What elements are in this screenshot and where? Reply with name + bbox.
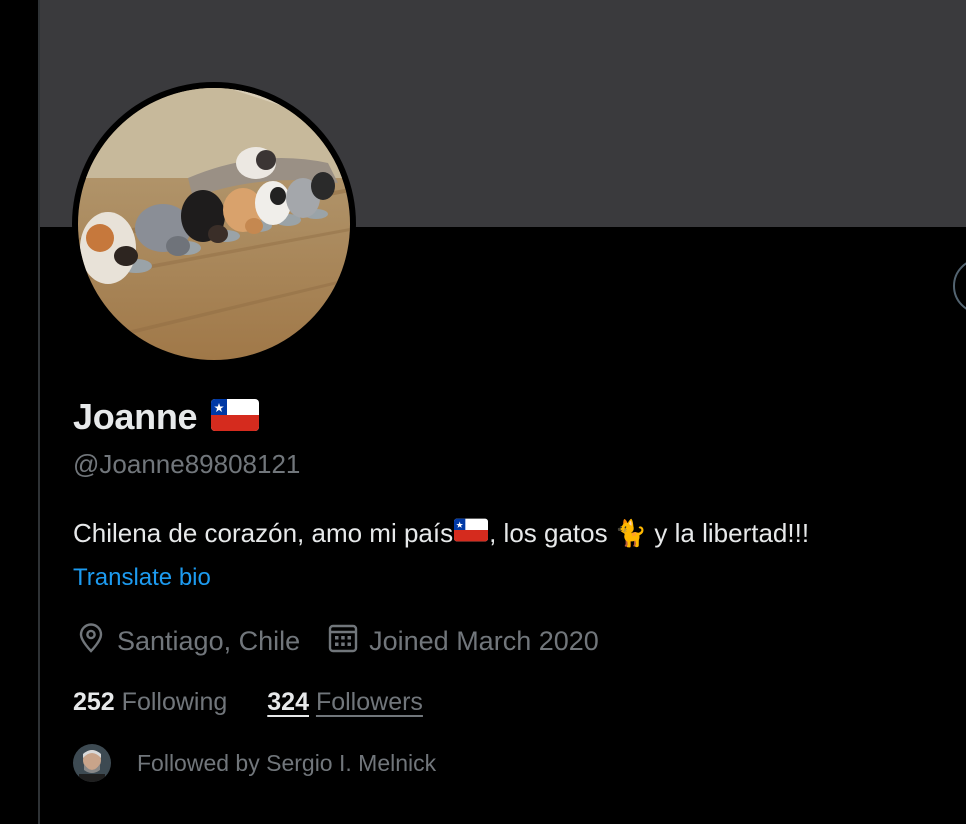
profile-name-row: Joanne: [73, 396, 260, 438]
following-label: Following: [121, 688, 228, 716]
chile-flag-icon: [454, 518, 489, 549]
avatar[interactable]: [73, 744, 111, 782]
avatar-photo-cats: [78, 88, 350, 360]
profile-meta: Santiago, Chile Joined March 2020: [75, 622, 599, 661]
translate-bio-link[interactable]: Translate bio: [73, 564, 211, 592]
followers-count: 324: [267, 688, 309, 716]
profile-name: Joanne: [73, 396, 198, 437]
profile-stats: 252 Following 324 Followers: [73, 688, 423, 717]
bio-text-1: Chilena de corazón, amo mi país: [73, 518, 454, 548]
followers-link[interactable]: 324 Followers: [267, 688, 423, 717]
chile-flag-icon: [211, 398, 260, 436]
bio-text-2: , los gatos: [489, 518, 615, 548]
left-nav-strip: [0, 0, 38, 824]
followed-by-row[interactable]: Followed by Sergio I. Melnick: [73, 744, 436, 782]
profile-bio: Chilena de corazón, amo mi país , los ga…: [73, 518, 809, 551]
following-link[interactable]: 252 Following: [73, 688, 227, 717]
cat-emoji-icon: 🐈: [614, 518, 648, 548]
location-pin-icon: [75, 622, 107, 661]
profile-avatar[interactable]: [72, 82, 356, 366]
followed-by-text: Followed by Sergio I. Melnick: [137, 749, 437, 776]
profile-location: Santiago, Chile: [117, 626, 301, 656]
following-count: 252: [73, 688, 115, 716]
bio-text-3: y la libertad!!!: [647, 518, 810, 548]
calendar-icon: [327, 622, 359, 661]
profile-joined-date: Joined March 2020: [369, 626, 599, 656]
profile-handle: @Joanne89808121: [73, 449, 301, 479]
more-options-button[interactable]: [953, 258, 966, 314]
followers-label: Followers: [315, 688, 423, 716]
